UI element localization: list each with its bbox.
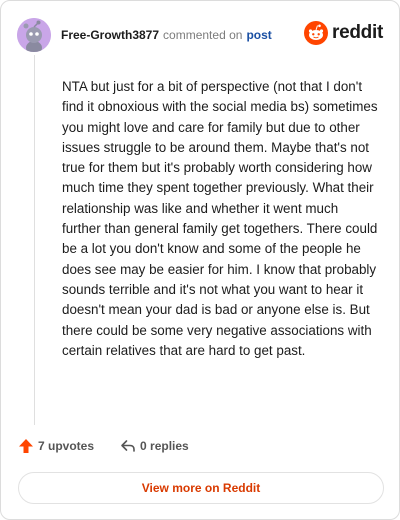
reply-count: 0 replies xyxy=(140,439,189,453)
comment-header: Free-Growth3877 commented on post reddit xyxy=(17,17,383,53)
reddit-wordmark: reddit xyxy=(332,22,383,43)
user-avatar[interactable] xyxy=(17,18,51,52)
view-more-button[interactable]: View more on Reddit xyxy=(18,472,384,504)
comment-meta: Free-Growth3877 commented on post xyxy=(61,28,272,42)
comment-footer: 7 upvotes 0 replies xyxy=(18,438,189,454)
upvote-arrow-icon xyxy=(19,439,33,453)
replies-button[interactable]: 0 replies xyxy=(120,438,189,454)
post-link[interactable]: post xyxy=(246,28,271,42)
action-text: commented on xyxy=(163,28,243,42)
snoo-avatar-icon xyxy=(17,18,51,52)
embed-card: Free-Growth3877 commented on post reddit… xyxy=(0,0,400,520)
username-link[interactable]: Free-Growth3877 xyxy=(61,28,159,42)
view-more-label: View more on Reddit xyxy=(141,481,261,495)
reddit-logo-icon xyxy=(304,21,329,45)
comment-body: NTA but just for a bit of perspective (n… xyxy=(62,79,378,358)
upvote-button[interactable]: 7 upvotes xyxy=(18,438,94,454)
reddit-brand-link[interactable]: reddit xyxy=(304,21,383,45)
reply-arrow-icon xyxy=(121,440,135,452)
upvote-count: 7 upvotes xyxy=(38,439,95,453)
thread-line xyxy=(34,55,35,425)
